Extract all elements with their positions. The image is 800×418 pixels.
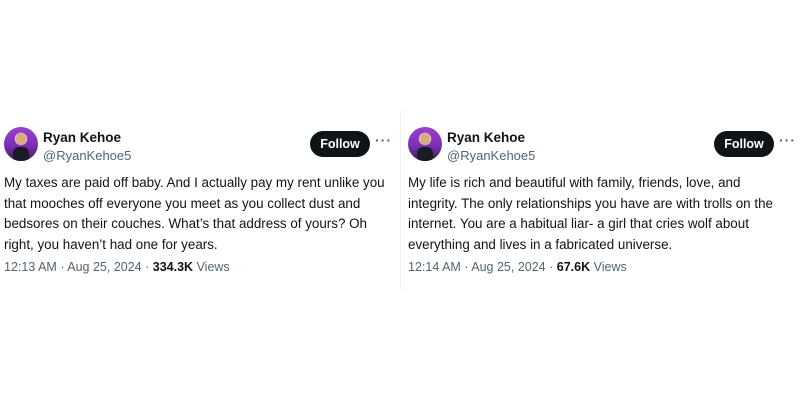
- meta-separator: ·: [145, 260, 153, 274]
- author-name[interactable]: Ryan Kehoe: [447, 130, 525, 145]
- tweet-meta: 12:14 AM · Aug 25, 2024 · 67.6K Views: [408, 260, 627, 274]
- avatar-body: [417, 147, 433, 161]
- views-label: Views: [593, 260, 627, 274]
- views-count: 334.3K: [152, 260, 194, 274]
- meta-separator: ·: [549, 260, 557, 274]
- tweet-text: My taxes are paid off baby. And I actual…: [4, 175, 385, 252]
- tweet-text: My life is rich and beautiful with famil…: [408, 175, 773, 252]
- views-count: 67.6K: [556, 260, 591, 274]
- author-handle[interactable]: @RyanKehoe5: [43, 148, 131, 163]
- avatar[interactable]: [4, 127, 38, 161]
- follow-button[interactable]: Follow: [310, 131, 370, 157]
- author-name[interactable]: Ryan Kehoe: [43, 130, 121, 145]
- follow-button[interactable]: Follow: [714, 131, 774, 157]
- tweet-date[interactable]: Aug 25, 2024: [471, 260, 545, 274]
- author-handle[interactable]: @RyanKehoe5: [447, 148, 535, 163]
- avatar-head: [16, 133, 26, 145]
- avatar-head: [420, 133, 430, 145]
- tweet-date[interactable]: Aug 25, 2024: [67, 260, 141, 274]
- tweet-time[interactable]: 12:13 AM: [4, 260, 57, 274]
- tweet-card: Ryan Kehoe @RyanKehoe5 Follow ··· My tax…: [0, 115, 392, 285]
- avatar[interactable]: [408, 127, 442, 161]
- more-options-icon[interactable]: ···: [779, 132, 796, 148]
- tweet-card: Ryan Kehoe @RyanKehoe5 Follow ··· My lif…: [404, 115, 796, 285]
- avatar-body: [13, 147, 29, 161]
- divider: [400, 110, 401, 290]
- tweet-time[interactable]: 12:14 AM: [408, 260, 461, 274]
- more-options-icon[interactable]: ···: [375, 132, 392, 148]
- views-label: Views: [196, 260, 230, 274]
- tweet-meta: 12:13 AM · Aug 25, 2024 · 334.3K Views: [4, 260, 230, 274]
